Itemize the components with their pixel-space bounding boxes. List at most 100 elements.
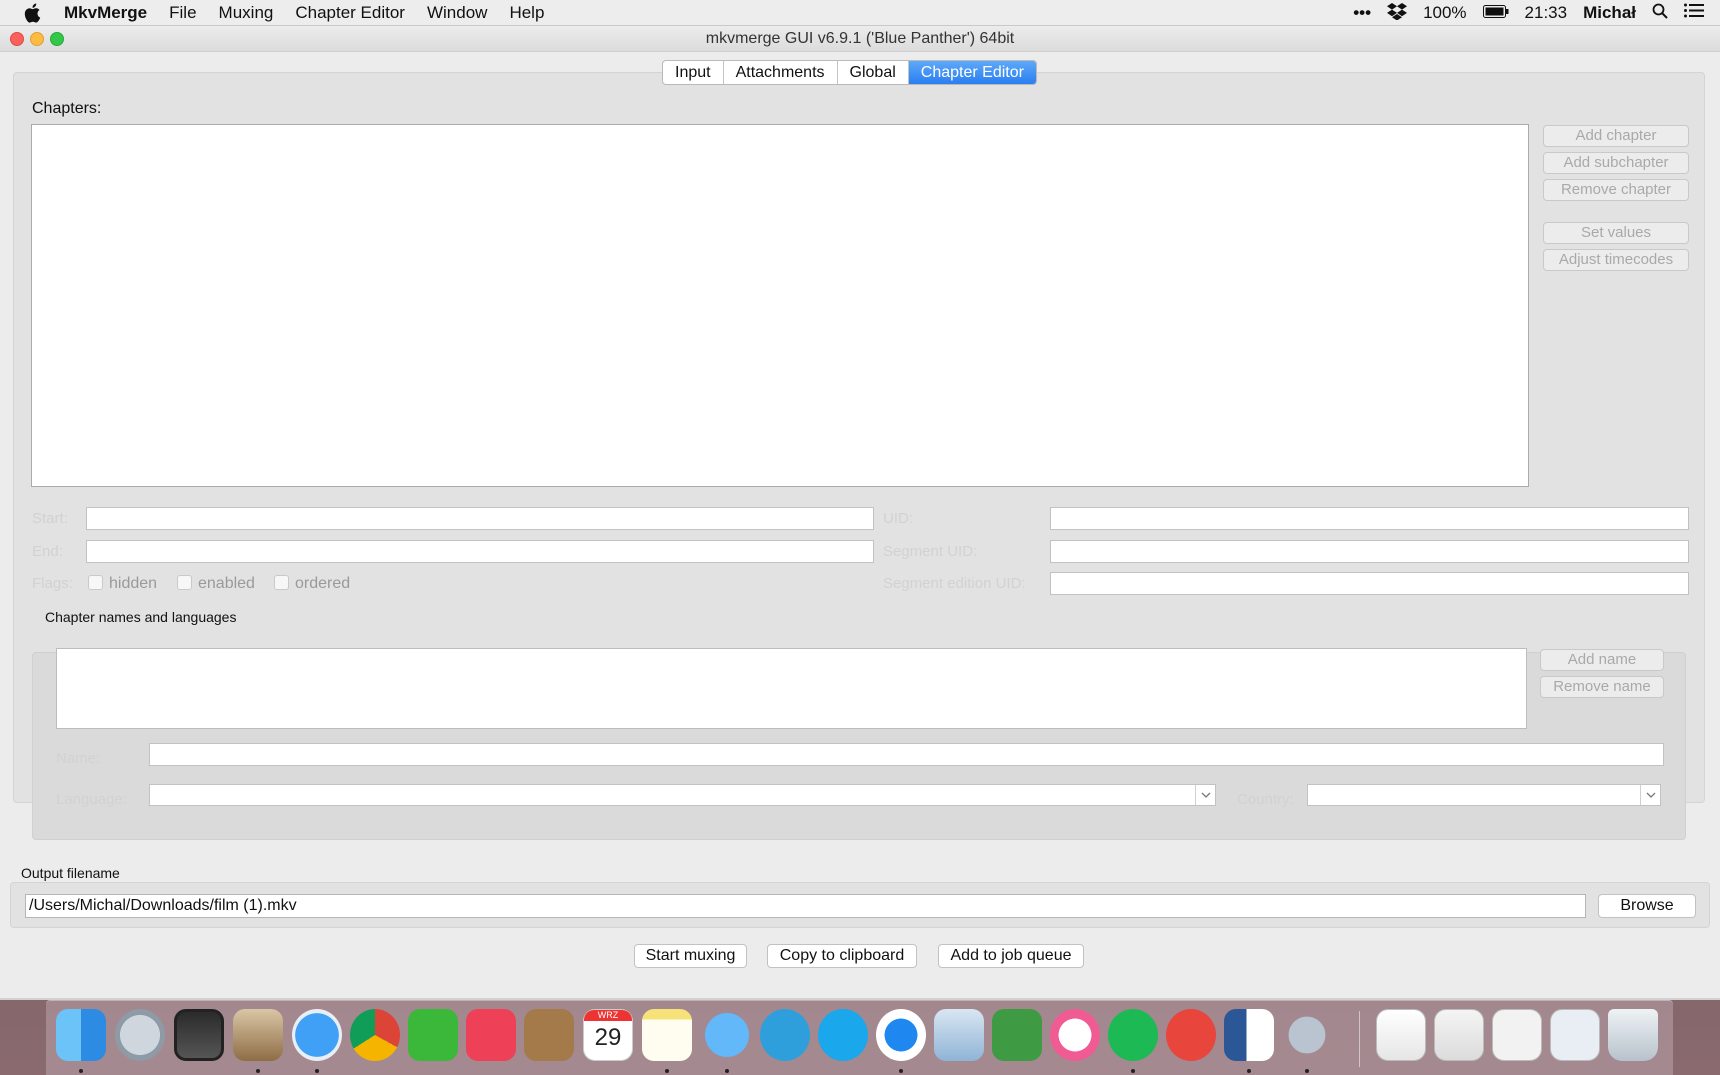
tab-input[interactable]: Input <box>663 61 724 84</box>
segment-uid-field[interactable] <box>1050 540 1689 563</box>
running-indicator <box>1247 1069 1251 1073</box>
image-document-icon[interactable] <box>1434 1009 1484 1061</box>
tab-chapter-editor[interactable]: Chapter Editor <box>908 61 1036 84</box>
flags-label: Flags: <box>32 575 73 592</box>
running-indicator <box>665 1069 669 1073</box>
safari-icon[interactable] <box>292 1009 342 1061</box>
menu-window[interactable]: Window <box>427 3 487 23</box>
dropbox-icon[interactable] <box>1387 2 1408 25</box>
telegram-icon[interactable] <box>760 1009 810 1061</box>
remove-chapter-button[interactable]: Remove chapter <box>1543 179 1689 201</box>
running-indicator <box>1305 1069 1309 1073</box>
itunes-icon[interactable] <box>1050 1009 1100 1061</box>
start-field[interactable] <box>86 507 874 530</box>
menu-help[interactable]: Help <box>509 3 544 23</box>
menu-file[interactable]: File <box>169 3 196 23</box>
vlc-document-icon[interactable] <box>1376 1009 1426 1061</box>
chapter-names-group-label: Chapter names and languages <box>45 609 237 625</box>
add-to-job-queue-button[interactable]: Add to job queue <box>938 944 1084 968</box>
battery-icon[interactable] <box>1482 3 1509 23</box>
skype-icon[interactable] <box>818 1009 868 1061</box>
tab-attachments[interactable]: Attachments <box>724 61 838 84</box>
notification-center-icon[interactable] <box>1684 3 1704 23</box>
country-select[interactable] <box>1307 784 1661 806</box>
automator-icon[interactable] <box>1282 1009 1332 1061</box>
downloader-icon[interactable] <box>1166 1009 1216 1061</box>
hidden-checkbox[interactable] <box>88 575 103 590</box>
running-indicator <box>315 1069 319 1073</box>
ordered-checkbox[interactable] <box>274 575 289 590</box>
segment-edition-uid-label: Segment edition UID: <box>883 575 1026 592</box>
trash-icon[interactable] <box>1608 1009 1658 1061</box>
menu-app-name[interactable]: MkvMerge <box>64 3 147 23</box>
more-icon[interactable]: ••• <box>1353 3 1371 23</box>
minimize-window-button[interactable] <box>30 32 44 46</box>
dock-separator <box>1359 1011 1360 1067</box>
output-filename-input[interactable]: /Users/Michal/Downloads/film (1).mkv <box>25 894 1586 918</box>
name-label: Name: <box>56 750 101 767</box>
launchpad-icon[interactable] <box>115 1009 165 1061</box>
running-indicator <box>256 1069 260 1073</box>
battery-percent: 100% <box>1423 3 1467 22</box>
messages-icon[interactable] <box>702 1009 752 1061</box>
add-subchapter-button[interactable]: Add subchapter <box>1543 152 1689 174</box>
mail-icon[interactable] <box>233 1009 283 1061</box>
chapters-label: Chapters: <box>32 100 102 117</box>
tab-global[interactable]: Global <box>838 61 909 84</box>
language-select[interactable] <box>149 784 1216 806</box>
browse-button[interactable]: Browse <box>1598 894 1696 918</box>
app-window: mkvmerge GUI v6.9.1 ('Blue Panther') 64b… <box>0 26 1720 1000</box>
word-icon[interactable] <box>1224 1009 1274 1061</box>
running-indicator <box>725 1069 729 1073</box>
start-muxing-button[interactable]: Start muxing <box>634 944 747 968</box>
end-label: End: <box>32 543 63 560</box>
set-values-button[interactable]: Set values <box>1543 222 1689 244</box>
chrome-icon[interactable] <box>350 1009 400 1061</box>
zoom-window-button[interactable] <box>50 32 64 46</box>
menu-muxing[interactable]: Muxing <box>219 3 274 23</box>
user-name[interactable]: Michał <box>1583 3 1636 23</box>
menu-bar: MkvMerge File Muxing Chapter Editor Wind… <box>0 0 1720 26</box>
title-bar: mkvmerge GUI v6.9.1 ('Blue Panther') 64b… <box>0 26 1720 52</box>
chapter-names-list[interactable] <box>56 648 1527 729</box>
language-label: Language: <box>56 791 127 808</box>
calendar-day: 29 <box>594 1024 622 1051</box>
finder-window-icon[interactable] <box>1492 1009 1542 1061</box>
apple-icon[interactable] <box>24 3 46 23</box>
preview-icon[interactable] <box>934 1009 984 1061</box>
close-window-button[interactable] <box>10 32 24 46</box>
add-name-button[interactable]: Add name <box>1540 649 1664 671</box>
slideshow-icon[interactable] <box>174 1009 224 1061</box>
copy-to-clipboard-button[interactable]: Copy to clipboard <box>767 944 917 968</box>
hidden-checkbox-label: hidden <box>109 575 158 592</box>
uid-label: UID: <box>883 510 913 527</box>
calendar-icon[interactable]: WRZ 29 <box>583 1009 633 1061</box>
remove-name-button[interactable]: Remove name <box>1540 676 1664 698</box>
spotify-icon[interactable] <box>1108 1009 1158 1061</box>
evernote-icon[interactable] <box>992 1009 1042 1061</box>
end-field[interactable] <box>86 540 874 563</box>
notes-icon[interactable] <box>642 1009 692 1061</box>
segment-edition-uid-field[interactable] <box>1050 572 1689 595</box>
running-indicator <box>899 1069 903 1073</box>
add-chapter-button[interactable]: Add chapter <box>1543 125 1689 147</box>
ordered-checkbox-label: ordered <box>295 575 351 592</box>
uid-field[interactable] <box>1050 507 1689 530</box>
enabled-checkbox[interactable] <box>177 575 192 590</box>
pocket-icon[interactable] <box>466 1009 516 1061</box>
adjust-timecodes-button[interactable]: Adjust timecodes <box>1543 249 1689 271</box>
chapter-name-field[interactable] <box>149 743 1664 766</box>
contacts-icon[interactable] <box>524 1009 574 1061</box>
document-icon[interactable] <box>1550 1009 1600 1061</box>
finder-icon[interactable] <box>56 1009 106 1061</box>
menu-chapter-editor[interactable]: Chapter Editor <box>295 3 405 23</box>
chapters-tree[interactable] <box>31 124 1529 487</box>
feedly-icon[interactable] <box>408 1009 458 1061</box>
segment-uid-label: Segment UID: <box>883 543 978 560</box>
enabled-checkbox-label: enabled <box>198 575 255 592</box>
dock: WRZ 29 <box>46 1000 1673 1075</box>
spotlight-search-icon[interactable] <box>1652 3 1668 24</box>
messenger-icon[interactable] <box>876 1009 926 1061</box>
clock[interactable]: 21:33 <box>1525 3 1568 23</box>
chevron-down-icon <box>1640 785 1660 805</box>
